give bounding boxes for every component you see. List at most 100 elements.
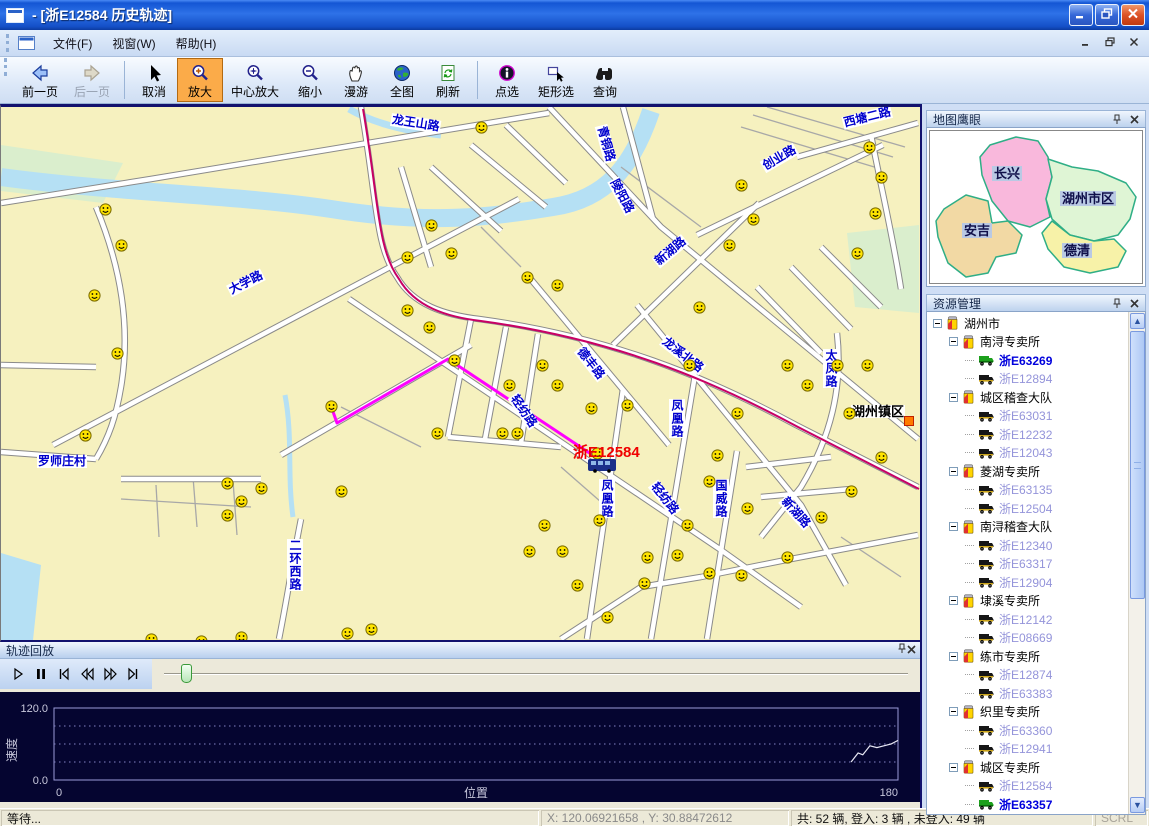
toolbar-gripper[interactable]: [4, 58, 9, 76]
vehicle-smiley-marker[interactable]: [551, 379, 564, 392]
vehicle-smiley-marker[interactable]: [145, 633, 158, 642]
vehicle-smiley-marker[interactable]: [735, 569, 748, 582]
playback-slider[interactable]: [162, 659, 910, 689]
vehicle-smiley-marker[interactable]: [735, 179, 748, 192]
toolbar-button-zoom-out[interactable]: 缩小: [287, 58, 333, 102]
vehicle-smiley-marker[interactable]: [851, 247, 864, 260]
tree-vehicle-row[interactable]: 浙E63383: [927, 684, 1145, 703]
vehicle-smiley-marker[interactable]: [831, 359, 844, 372]
vehicle-smiley-marker[interactable]: [703, 475, 716, 488]
tree-vehicle-row[interactable]: 浙E12142: [927, 610, 1145, 629]
tree-group-row[interactable]: 城区稽查大队: [927, 388, 1145, 407]
tree-vehicle-row[interactable]: 浙E12894: [927, 370, 1145, 389]
vehicle-smiley-marker[interactable]: [638, 577, 651, 590]
pin-icon[interactable]: [1110, 113, 1124, 126]
tree-group-row[interactable]: 菱湖专卖所: [927, 462, 1145, 481]
vehicle-smiley-marker[interactable]: [863, 141, 876, 154]
vehicle-smiley-marker[interactable]: [221, 509, 234, 522]
toolbar-button-prev-page[interactable]: 前一页: [14, 58, 66, 102]
playback-skip-start-button[interactable]: [52, 663, 75, 685]
mdi-minimize-button[interactable]: [1077, 35, 1095, 51]
tree-expand-toggle[interactable]: [949, 652, 958, 661]
tree-group-row[interactable]: 南浔专卖所: [927, 333, 1145, 352]
tree-vehicle-row[interactable]: 浙E12904: [927, 573, 1145, 592]
restore-button[interactable]: [1095, 4, 1119, 26]
vehicle-smiley-marker[interactable]: [556, 545, 569, 558]
vehicle-smiley-marker[interactable]: [99, 203, 112, 216]
vehicle-smiley-marker[interactable]: [711, 449, 724, 462]
tree-vehicle-row[interactable]: 浙E63031: [927, 407, 1145, 426]
vehicle-smiley-marker[interactable]: [335, 485, 348, 498]
vehicle-smiley-marker[interactable]: [401, 304, 414, 317]
vehicle-smiley-marker[interactable]: [115, 239, 128, 252]
playback-rewind-button[interactable]: [75, 663, 98, 685]
vehicle-smiley-marker[interactable]: [681, 519, 694, 532]
tree-expand-toggle[interactable]: [949, 763, 958, 772]
toolbar-button-pan[interactable]: 漫游: [333, 58, 379, 102]
vehicle-smiley-marker[interactable]: [845, 485, 858, 498]
vehicle-smiley-marker[interactable]: [521, 271, 534, 284]
tree-expand-toggle[interactable]: [949, 522, 958, 531]
vehicle-smiley-marker[interactable]: [341, 627, 354, 640]
tree-expand-toggle[interactable]: [949, 337, 958, 346]
tree-vehicle-row[interactable]: 浙E12504: [927, 499, 1145, 518]
vehicle-smiley-marker[interactable]: [365, 623, 378, 636]
vehicle-smiley-marker[interactable]: [503, 379, 516, 392]
vehicle-smiley-marker[interactable]: [255, 482, 268, 495]
close-button[interactable]: [1121, 4, 1145, 26]
tree-vehicle-row[interactable]: 浙E12232: [927, 425, 1145, 444]
tree-group-row[interactable]: 城区专卖所: [927, 758, 1145, 777]
tree-vehicle-row[interactable]: 浙E12043: [927, 444, 1145, 463]
map-view[interactable]: 龙王山路西塘二路创业路陵阳路青铜路新湖路大学路德丰路龙溪北路轻纺路轻纺路新湖路太…: [0, 104, 922, 642]
vehicle-smiley-marker[interactable]: [861, 359, 874, 372]
vehicle-smiley-marker[interactable]: [671, 549, 684, 562]
vehicle-smiley-marker[interactable]: [875, 171, 888, 184]
vehicle-smiley-marker[interactable]: [448, 354, 461, 367]
vehicle-smiley-marker[interactable]: [79, 429, 92, 442]
vehicle-smiley-marker[interactable]: [551, 279, 564, 292]
tree-vehicle-row[interactable]: 浙E12874: [927, 666, 1145, 685]
tree-vehicle-row[interactable]: 浙E12584: [927, 777, 1145, 796]
toolbar-button-point-select[interactable]: 点选: [484, 58, 530, 102]
vehicle-smiley-marker[interactable]: [88, 289, 101, 302]
vehicle-smiley-marker[interactable]: [641, 551, 654, 564]
vehicle-smiley-marker[interactable]: [496, 427, 509, 440]
mdi-restore-button[interactable]: [1101, 35, 1119, 51]
vehicle-smiley-marker[interactable]: [723, 239, 736, 252]
vehicle-smiley-marker[interactable]: [781, 359, 794, 372]
toolbar-button-cancel[interactable]: 取消: [131, 58, 177, 102]
vehicle-smiley-marker[interactable]: [475, 121, 488, 134]
slider-thumb[interactable]: [181, 664, 192, 683]
tree-group-row[interactable]: 埭溪专卖所: [927, 592, 1145, 611]
vehicle-smiley-marker[interactable]: [601, 611, 614, 624]
tree-vehicle-row[interactable]: 浙E09387: [927, 814, 1145, 816]
tree-vehicle-row[interactable]: 浙E63269: [927, 351, 1145, 370]
tree-group-row[interactable]: 南浔稽查大队: [927, 518, 1145, 537]
close-icon[interactable]: [1127, 113, 1141, 126]
vehicle-smiley-marker[interactable]: [875, 451, 888, 464]
toolbar-button-full-map[interactable]: 全图: [379, 58, 425, 102]
toolbar-button-zoom-in[interactable]: 放大: [177, 58, 223, 102]
scrollbar-thumb[interactable]: [1130, 331, 1145, 599]
tree-vehicle-row[interactable]: 浙E12340: [927, 536, 1145, 555]
scroll-down-icon[interactable]: ▼: [1130, 797, 1145, 813]
tree-expand-toggle[interactable]: [949, 707, 958, 716]
vehicle-smiley-marker[interactable]: [445, 247, 458, 260]
overview-map[interactable]: 长兴 湖州市区 安吉 德清: [929, 130, 1143, 284]
vehicle-smiley-marker[interactable]: [401, 251, 414, 264]
vehicle-smiley-marker[interactable]: [536, 359, 549, 372]
tree-expand-toggle[interactable]: [949, 596, 958, 605]
vehicle-smiley-marker[interactable]: [325, 400, 338, 413]
tree-vehicle-row[interactable]: 浙E63357: [927, 795, 1145, 814]
vehicle-smiley-marker[interactable]: [425, 219, 438, 232]
vehicle-smiley-marker[interactable]: [781, 551, 794, 564]
tree-group-row[interactable]: 练市专卖所: [927, 647, 1145, 666]
vehicle-smiley-marker[interactable]: [221, 477, 234, 490]
scroll-up-icon[interactable]: ▲: [1130, 313, 1145, 329]
slider-track[interactable]: [164, 673, 908, 675]
tree-expand-toggle[interactable]: [933, 319, 942, 328]
menu-item-window[interactable]: 视窗(W): [102, 32, 165, 55]
vehicle-smiley-marker[interactable]: [511, 427, 524, 440]
close-icon[interactable]: [1127, 297, 1141, 310]
vehicle-smiley-marker[interactable]: [593, 514, 606, 527]
